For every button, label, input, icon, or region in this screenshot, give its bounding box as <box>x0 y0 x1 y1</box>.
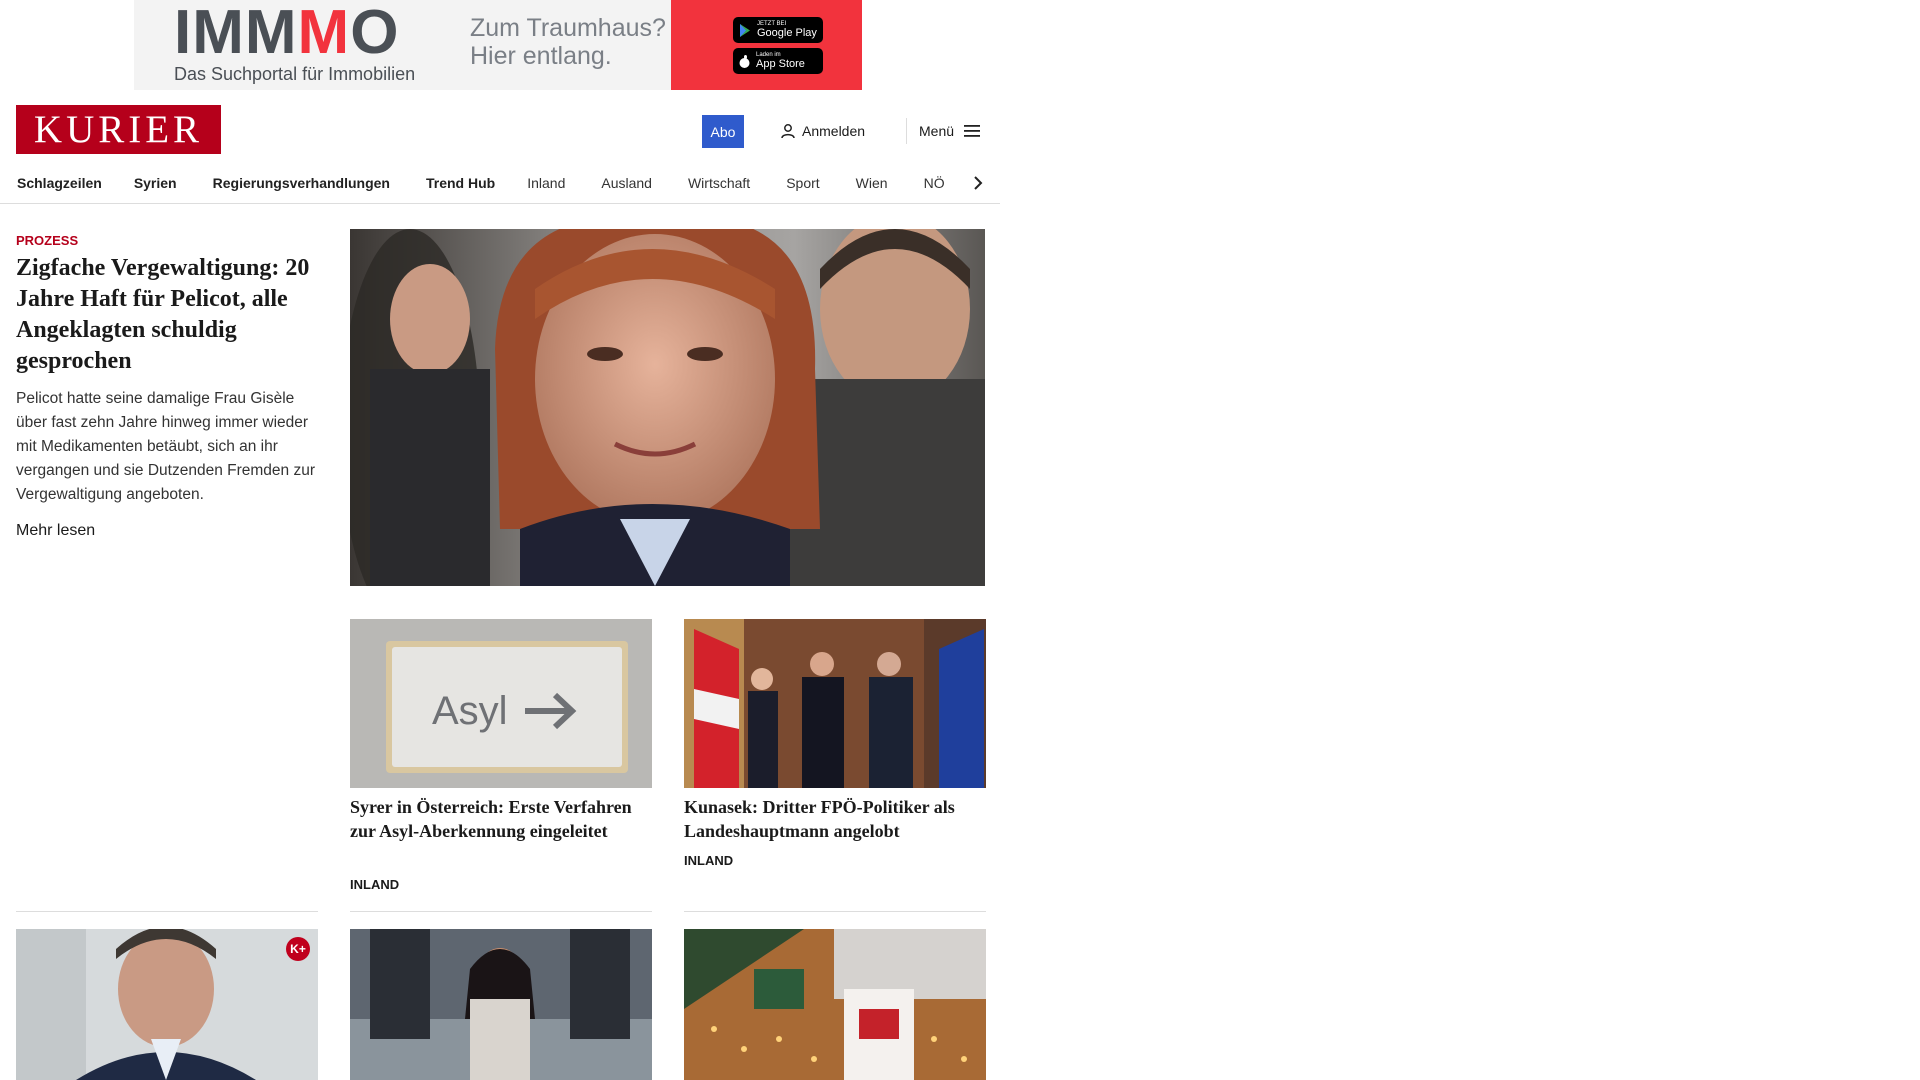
lead-image[interactable] <box>350 229 985 586</box>
user-icon <box>781 124 795 139</box>
nav-scroll-right-button[interactable] <box>966 171 990 195</box>
card-category-kunasek[interactable]: INLAND <box>684 853 733 868</box>
premium-badge: K+ <box>286 937 310 961</box>
card-image-christmas[interactable] <box>684 929 986 1080</box>
ad-claim: Zum Traumhaus? Hier entlang. <box>470 14 666 70</box>
google-play-badge[interactable]: JETZT BEI Google Play <box>733 17 823 43</box>
hamburger-icon <box>964 125 981 137</box>
nav-item-wirtschaft[interactable]: Wirtschaft <box>688 175 750 191</box>
angelobung-photo <box>684 619 986 788</box>
asyl-sign-text: Asyl <box>432 689 508 733</box>
main-nav: Schlagzeilen Syrien Regierungsverhandlun… <box>0 163 1000 204</box>
nav-item-regierungsverhandlungen[interactable]: Regierungsverhandlungen <box>213 175 390 191</box>
chevron-right-icon <box>974 176 983 190</box>
lead-kicker: PROZESS <box>16 233 79 248</box>
nav-item-inland[interactable]: Inland <box>527 175 565 191</box>
card-title-asyl[interactable]: Syrer in Österreich: Erste Verfah­ren zu… <box>350 795 652 843</box>
nav-item-ausland[interactable]: Ausland <box>601 175 652 191</box>
app-store-badge[interactable]: Laden im App Store <box>733 48 823 74</box>
nav-item-trend-hub[interactable]: Trend Hub <box>426 175 495 191</box>
apple-icon <box>739 54 750 68</box>
ad-right-panel: JETZT BEI Google Play Laden im App Store <box>671 0 862 90</box>
card-image-portrait[interactable]: K+ <box>16 929 318 1080</box>
lead-teaser: Pelicot hatte seine damalige Frau Gisèle… <box>16 390 315 503</box>
christmas-photo <box>684 929 986 1080</box>
google-play-icon <box>740 23 750 37</box>
nav-item-syrien[interactable]: Syrien <box>134 175 177 191</box>
read-more-link[interactable]: Mehr lesen <box>16 522 95 540</box>
card-title-kunasek[interactable]: Kunasek: Dritter FPÖ-Politiker als Lande… <box>684 795 986 843</box>
row-divider <box>350 911 652 912</box>
card-image-kunasek[interactable] <box>684 619 986 788</box>
nav-item-wien[interactable]: Wien <box>856 175 888 191</box>
ad-logo: IMMMO <box>174 0 400 67</box>
nav-item-schlagzeilen[interactable]: Schlagzeilen <box>17 175 102 191</box>
abo-button[interactable]: Abo <box>702 115 744 148</box>
login-link[interactable]: Anmelden <box>780 120 865 142</box>
card-image-dance[interactable] <box>350 929 652 1080</box>
kurier-logo[interactable]: KURIER <box>16 105 221 154</box>
ad-left-panel: IMMMO Das Suchportal für Immobilien Zum … <box>134 0 671 90</box>
ad-subtitle: Das Suchportal für Immobilien <box>174 64 416 84</box>
lead-headline[interactable]: Zigfache Vergewaltigung: 20 Jahre Haft f… <box>16 253 321 377</box>
lead-photo <box>350 229 985 586</box>
row-divider <box>684 911 986 912</box>
portrait-photo <box>16 929 318 1080</box>
asyl-sign-photo: Asyl <box>350 619 652 788</box>
nav-item-sport[interactable]: Sport <box>786 175 819 191</box>
nav-items: Schlagzeilen Syrien Regierungsverhandlun… <box>17 163 972 203</box>
row-divider <box>16 911 318 912</box>
nav-item-noe[interactable]: NÖ <box>924 175 945 191</box>
menu-button[interactable]: Menü <box>906 118 981 144</box>
card-image-asyl[interactable]: Asyl <box>350 619 652 788</box>
card-category-asyl[interactable]: INLAND <box>350 877 399 892</box>
dance-photo <box>350 929 652 1080</box>
ad-banner[interactable]: IMMMO Das Suchportal für Immobilien Zum … <box>134 0 862 90</box>
